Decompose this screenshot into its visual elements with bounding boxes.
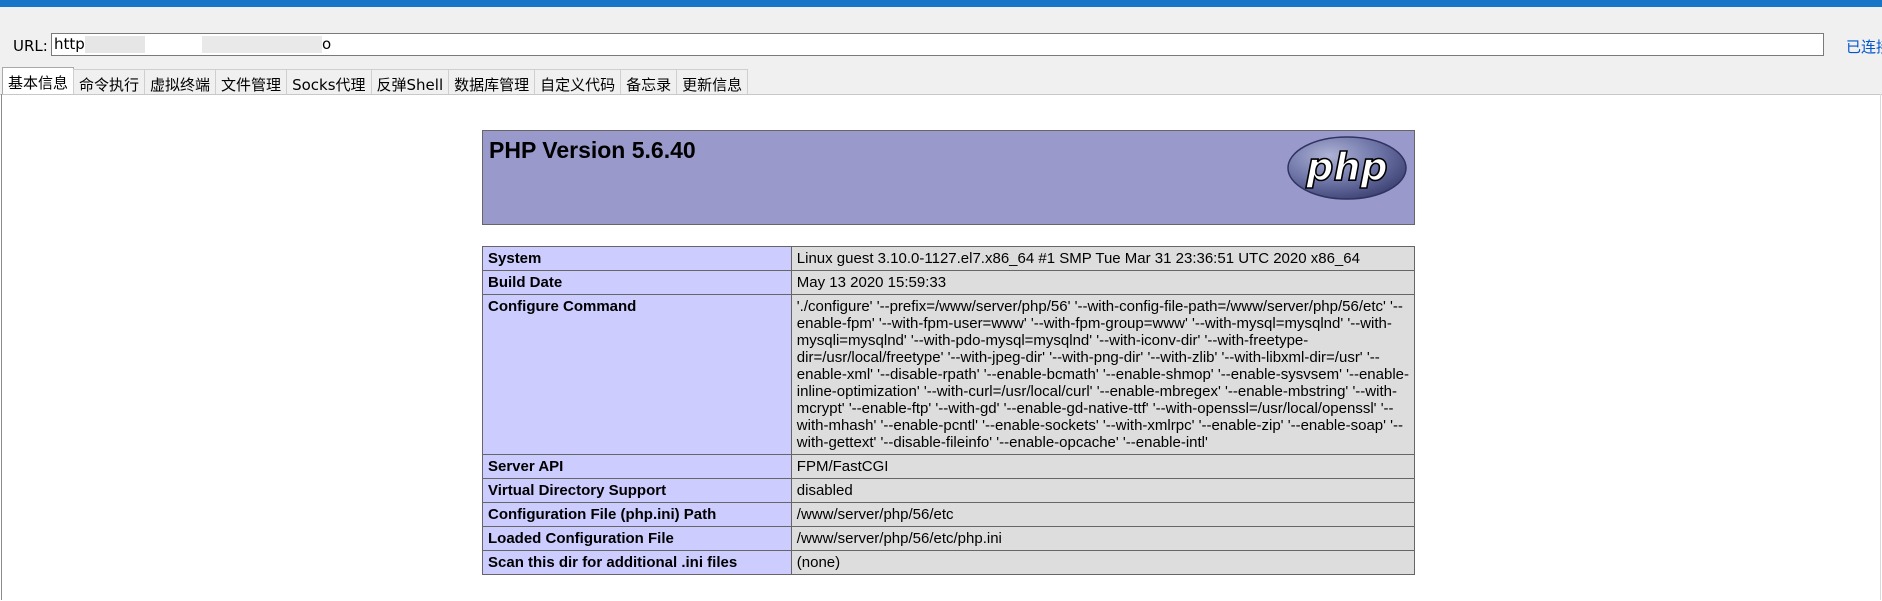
- tab-file-manager[interactable]: 文件管理: [215, 69, 288, 97]
- table-row: Loaded Configuration File /www/server/ph…: [482, 526, 1416, 551]
- phpinfo-table: System Linux guest 3.10.0-1127.el7.x86_6…: [482, 246, 1416, 575]
- configure-command-line: mysqli=mysqlnd' '--with-pdo-mysql=mysqln…: [796, 332, 1309, 349]
- row-value: May 13 2020 15:59:33: [790, 270, 1416, 295]
- table-row: Build Date May 13 2020 15:59:33: [482, 270, 1416, 295]
- php-logo-icon: php: [1287, 136, 1407, 200]
- row-key: Loaded Configuration File: [482, 526, 792, 551]
- tab-bar: 基本信息 命令执行 虚拟终端 文件管理 Socks代理 反弹Shell 数据库管…: [2, 67, 749, 97]
- svg-text:php: php: [1305, 145, 1387, 189]
- panel-border-right: [1880, 94, 1881, 600]
- configure-command-line: './configure' '--prefix=/www/server/php/…: [796, 298, 1403, 315]
- tab-reverse-shell[interactable]: 反弹Shell: [370, 69, 450, 97]
- url-label: URL:: [13, 37, 48, 55]
- php-version-title: PHP Version 5.6.40: [489, 137, 696, 163]
- tab-virtual-terminal[interactable]: 虚拟终端: [144, 69, 217, 97]
- row-key: Server API: [482, 454, 792, 479]
- url-input[interactable]: http o: [51, 33, 1824, 56]
- row-key: Virtual Directory Support: [482, 478, 792, 503]
- connection-status-link[interactable]: 已连接: [1846, 36, 1882, 57]
- url-redacted-block: [85, 36, 145, 53]
- tab-database-manager[interactable]: 数据库管理: [448, 69, 536, 97]
- tab-command-exec[interactable]: 命令执行: [73, 69, 146, 97]
- row-key: Build Date: [482, 270, 792, 295]
- url-redacted-block: [202, 36, 322, 53]
- configure-command-line: enable-xml' '--disable-rpath' '--enable-…: [796, 366, 1409, 383]
- row-key: System: [482, 246, 792, 271]
- window-title-bar: [0, 0, 1882, 7]
- tab-memo[interactable]: 备忘录: [620, 69, 678, 97]
- row-value: disabled: [790, 478, 1416, 503]
- table-row: System Linux guest 3.10.0-1127.el7.x86_6…: [482, 246, 1416, 271]
- table-row: Server API FPM/FastCGI: [482, 454, 1416, 479]
- table-row: Scan this dir for additional .ini files …: [482, 550, 1416, 575]
- row-value: /www/server/php/56/etc: [790, 502, 1416, 527]
- php-version-header: PHP Version 5.6.40 php: [482, 130, 1415, 225]
- tab-socks-proxy[interactable]: Socks代理: [286, 69, 372, 97]
- row-value: FPM/FastCGI: [790, 454, 1416, 479]
- tab-custom-code[interactable]: 自定义代码: [534, 69, 622, 97]
- table-row: Virtual Directory Support disabled: [482, 478, 1416, 503]
- row-key: Configuration File (php.ini) Path: [482, 502, 792, 527]
- row-key: Configure Command: [482, 294, 792, 455]
- row-value: Linux guest 3.10.0-1127.el7.x86_64 #1 SM…: [790, 246, 1416, 271]
- configure-command-line: dir=/usr/local/freetype' '--with-jpeg-di…: [796, 349, 1380, 366]
- table-row: Configure Command './configure' '--prefi…: [482, 294, 1416, 455]
- tab-basic-info[interactable]: 基本信息: [2, 67, 75, 97]
- panel-border-left: [1, 94, 2, 600]
- configure-command-line: mcrypt' '--enable-ftp' '--with-gd' '--en…: [796, 400, 1394, 417]
- row-value-configure-command: './configure' '--prefix=/www/server/php/…: [790, 294, 1416, 455]
- configure-command-line: enable-fpm' '--with-fpm-user=www' '--wit…: [796, 315, 1392, 332]
- row-value: (none): [790, 550, 1416, 575]
- url-text-suffix: o: [322, 35, 332, 53]
- url-text: http: [54, 35, 85, 53]
- configure-command-line: inline-optimization' '--with-curl=/usr/l…: [796, 383, 1397, 400]
- table-row: Configuration File (php.ini) Path /www/s…: [482, 502, 1416, 527]
- configure-command-line: with-mhash' '--enable-pcntl' '--enable-s…: [796, 417, 1404, 434]
- row-value: /www/server/php/56/etc/php.ini: [790, 526, 1416, 551]
- tab-update-info[interactable]: 更新信息: [676, 69, 749, 97]
- configure-command-line: with-gettext' '--disable-fileinfo' '--en…: [796, 434, 1208, 451]
- row-key: Scan this dir for additional .ini files: [482, 550, 792, 575]
